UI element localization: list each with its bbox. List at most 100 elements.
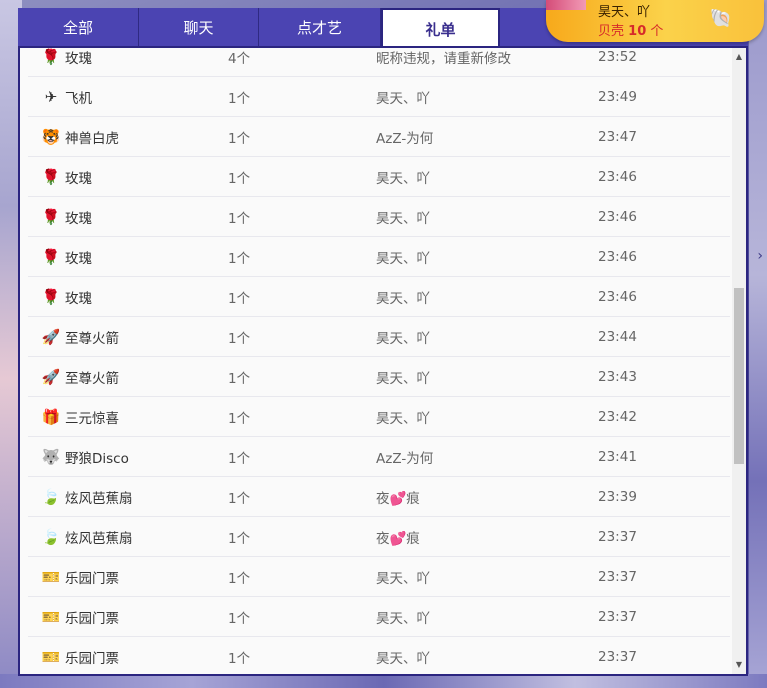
gift-row: 🍃 炫风芭蕉扇 1个 夜💕痕 23:37 xyxy=(28,517,730,557)
gift-cell: 🌹 玫瑰 xyxy=(28,246,228,268)
gift-name: 飞机 xyxy=(65,90,92,107)
shell-icon: 🐚 xyxy=(709,8,733,29)
gift-time: 23:47 xyxy=(598,128,637,145)
gift-name: 乐园门票 xyxy=(65,650,119,667)
scrollbar[interactable]: ▲ ▼ xyxy=(732,48,746,674)
background-bottom xyxy=(0,674,767,688)
gift-time: 23:43 xyxy=(598,368,637,385)
gift-cell: 🌹 玫瑰 xyxy=(28,48,228,68)
gift-cell: 🚀 至尊火箭 xyxy=(28,326,228,348)
gift-list-panel: 🌹 玫瑰 4个 昵称违规，请重新修改 23:52 ✈ 飞机 1个 昊天、吖 23:49 🐯 神兽白虎 1… xyxy=(18,46,748,676)
gift-cell: 🐺 野狼Disco xyxy=(28,446,228,468)
gift-time: 23:37 xyxy=(598,608,637,625)
gift-count: 1个 xyxy=(228,170,251,187)
gift-cell: 🌹 玫瑰 xyxy=(28,166,228,188)
shell-label: 贝壳 xyxy=(598,24,625,39)
gift-count: 1个 xyxy=(228,530,251,547)
gift-name: 玫瑰 xyxy=(65,290,92,307)
gift-name: 三元惊喜 xyxy=(65,410,119,427)
sender-name: AzZ-为何 xyxy=(376,450,434,467)
gift-count: 1个 xyxy=(228,410,251,427)
gift-name: 神兽白虎 xyxy=(65,130,119,147)
gift-name: 玫瑰 xyxy=(65,170,92,187)
gift-cell: 🚀 至尊火箭 xyxy=(28,366,228,388)
gift-name: 玫瑰 xyxy=(65,250,92,267)
gift-time: 23:37 xyxy=(598,648,637,665)
banana-fan-icon: 🍃 xyxy=(41,527,61,546)
gift-row: 🍃 炫风芭蕉扇 1个 夜💕痕 23:39 xyxy=(28,477,730,517)
gift-name: 乐园门票 xyxy=(65,570,119,587)
gift-time: 23:42 xyxy=(598,408,637,425)
gift-row: 🌹 玫瑰 1个 昊天、吖 23:46 xyxy=(28,237,730,277)
white-tiger-icon: 🐯 xyxy=(41,127,61,146)
gift-row: ✈ 飞机 1个 昊天、吖 23:49 xyxy=(28,77,730,117)
sender-name: 昊天、吖 xyxy=(376,650,430,667)
rose-icon: 🌹 xyxy=(41,167,61,186)
gift-cell: 🎫 乐园门票 xyxy=(28,646,228,668)
gift-time: 23:46 xyxy=(598,208,637,225)
gift-cell: 🎁 三元惊喜 xyxy=(28,406,228,428)
sender-name: 昊天、吖 xyxy=(376,210,430,227)
gift-name: 至尊火箭 xyxy=(65,330,119,347)
rose-icon: 🌹 xyxy=(41,287,61,306)
sender-name: 夜💕痕 xyxy=(376,490,420,507)
gift-row: 🐯 神兽白虎 1个 AzZ-为何 23:47 xyxy=(28,117,730,157)
shell-balance: 贝壳 10 个 xyxy=(598,20,663,39)
scroll-up-icon[interactable]: ▲ xyxy=(732,50,746,64)
user-name: 昊天、吖 xyxy=(598,5,651,20)
gift-time: 23:44 xyxy=(598,328,637,345)
gift-cell: ✈ 飞机 xyxy=(28,86,228,108)
gift-count: 1个 xyxy=(228,90,251,107)
ticket-icon: 🎫 xyxy=(41,607,61,626)
gift-cell: 🍃 炫风芭蕉扇 xyxy=(28,486,228,508)
gift-count: 1个 xyxy=(228,330,251,347)
gift-name: 炫风芭蕉扇 xyxy=(65,490,133,507)
tab-all[interactable]: 全部 xyxy=(18,8,139,48)
gift-count: 1个 xyxy=(228,130,251,147)
sender-name: 昊天、吖 xyxy=(376,410,430,427)
gift-name: 至尊火箭 xyxy=(65,370,119,387)
sender-name: 昊天、吖 xyxy=(376,370,430,387)
sender-name: 昊天、吖 xyxy=(376,90,430,107)
gift-count: 1个 xyxy=(228,290,251,307)
gift-row: 🌹 玫瑰 4个 昵称违规，请重新修改 23:52 xyxy=(28,48,730,77)
gift-cell: 🎫 乐园门票 xyxy=(28,606,228,628)
airplane-icon: ✈ xyxy=(44,87,58,106)
gift-name: 玫瑰 xyxy=(65,50,92,67)
sender-name: 昊天、吖 xyxy=(376,250,430,267)
gift-name: 乐园门票 xyxy=(65,610,119,627)
sender-name: 昊天、吖 xyxy=(376,570,430,587)
tab-chat[interactable]: 聊天 xyxy=(139,8,259,48)
rocket-icon: 🚀 xyxy=(41,367,61,386)
gift-time: 23:37 xyxy=(598,568,637,585)
tab-gift-list[interactable]: 礼单 xyxy=(381,8,500,48)
background-right xyxy=(749,0,767,688)
gift-time: 23:52 xyxy=(598,48,637,65)
gift-list: 🌹 玫瑰 4个 昵称违规，请重新修改 23:52 ✈ 飞机 1个 昊天、吖 23:49 🐯 神兽白虎 1… xyxy=(28,48,730,674)
gift-time: 23:46 xyxy=(598,168,637,185)
gift-row: 🌹 玫瑰 1个 昊天、吖 23:46 xyxy=(28,157,730,197)
sender-name: 昊天、吖 xyxy=(376,290,430,307)
gift-time: 23:46 xyxy=(598,288,637,305)
ticket-icon: 🎫 xyxy=(41,567,61,586)
chevron-right-icon[interactable]: › xyxy=(757,248,763,264)
gift-count: 1个 xyxy=(228,490,251,507)
gift-count: 1个 xyxy=(228,650,251,667)
shell-count: 10 xyxy=(628,24,647,39)
gift-row: 🌹 玫瑰 1个 昊天、吖 23:46 xyxy=(28,277,730,317)
sender-name: 昊天、吖 xyxy=(376,610,430,627)
gift-cell: 🐯 神兽白虎 xyxy=(28,126,228,148)
wolf-disco-icon: 🐺 xyxy=(41,447,61,466)
gift-row: 🎁 三元惊喜 1个 昊天、吖 23:42 xyxy=(28,397,730,437)
sender-name: 昵称违规，请重新修改 xyxy=(376,50,511,67)
gift-time: 23:46 xyxy=(598,248,637,265)
rocket-icon: 🚀 xyxy=(41,327,61,346)
card-decoration xyxy=(546,0,586,10)
gift-cell: 🍃 炫风芭蕉扇 xyxy=(28,526,228,548)
gift-row: 🎫 乐园门票 1个 昊天、吖 23:37 xyxy=(28,637,730,674)
rose-icon: 🌹 xyxy=(41,247,61,266)
tab-talent[interactable]: 点才艺 xyxy=(259,8,381,48)
scroll-down-icon[interactable]: ▼ xyxy=(732,658,746,672)
scrollbar-thumb[interactable] xyxy=(734,288,744,464)
gift-count: 1个 xyxy=(228,250,251,267)
